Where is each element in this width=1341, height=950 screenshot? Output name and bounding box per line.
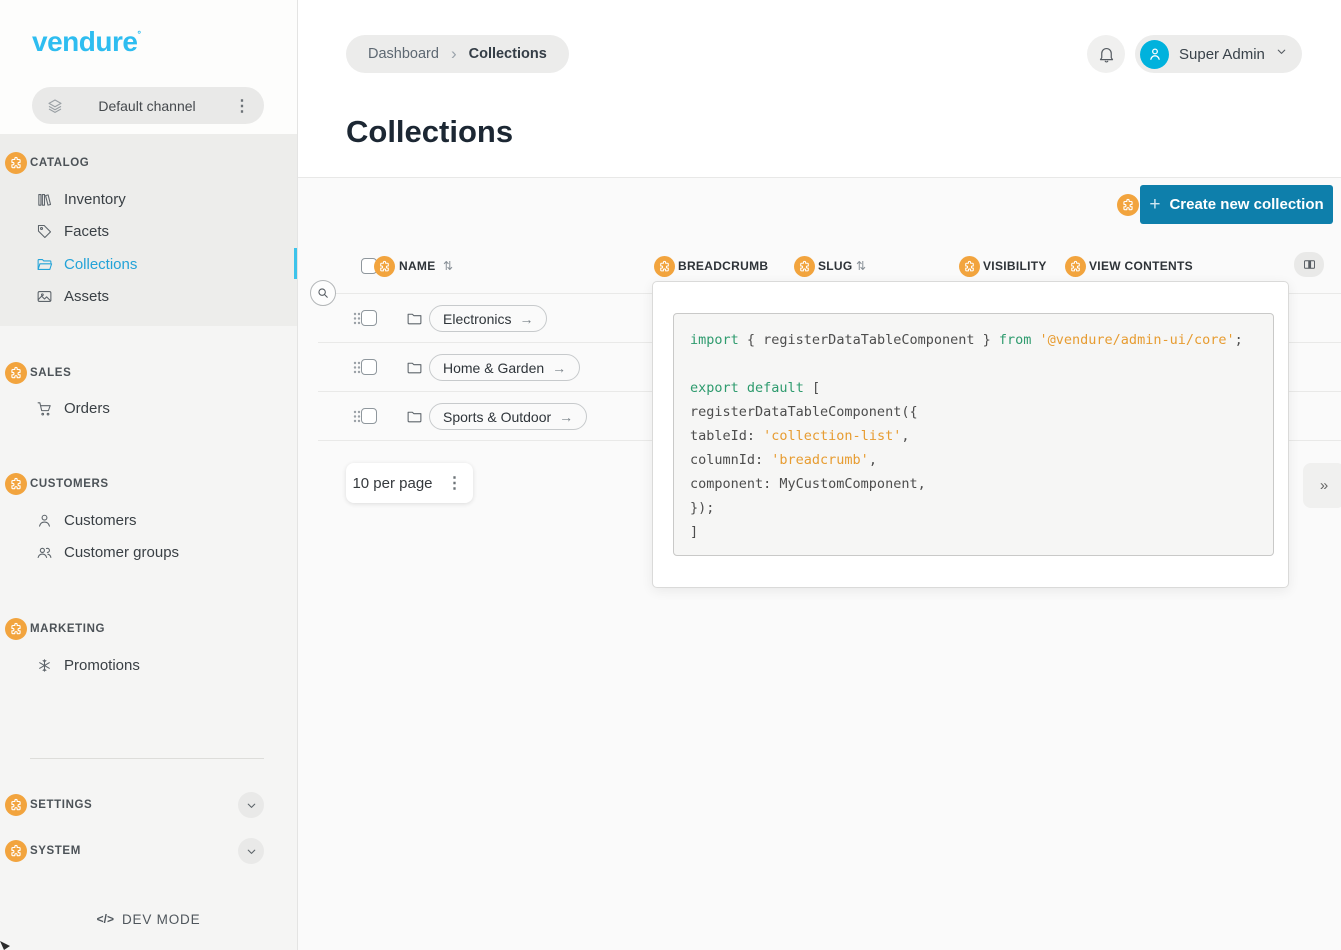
folder-icon [406,408,423,425]
layers-icon [46,97,64,115]
section-header-marketing: MARKETING [0,614,297,644]
user-name: Super Admin [1179,46,1265,63]
settings-expand-button[interactable] [238,792,264,818]
page-title: Collections [346,114,513,150]
vendure-logo: vendure˚ [32,26,141,58]
extension-point-badge-icon[interactable] [959,256,980,277]
sidebar: vendure˚ Default channel ⋮ CATALOG Inven… [0,0,298,950]
channel-kebab-icon[interactable]: ⋮ [230,96,254,116]
columns-icon [1302,257,1317,272]
column-header-breadcrumb[interactable]: BREADCRUMB [678,259,768,273]
folder-open-icon [36,256,53,273]
plus-icon: + [1149,194,1160,216]
column-header-view-contents[interactable]: VIEW CONTENTS [1089,259,1193,273]
sidebar-item-orders[interactable]: Orders [0,393,297,423]
mouse-cursor [0,941,10,950]
cart-icon [36,400,53,417]
tag-icon [36,223,53,240]
items-per-page-selector[interactable]: 10 per page ⋮ [346,463,473,503]
chevron-down-icon [245,799,258,812]
search-icon [316,286,330,300]
sort-icon[interactable]: ⇅ [856,259,866,273]
extension-point-badge-icon[interactable] [794,256,815,277]
sidebar-item-facets[interactable]: Facets [0,216,297,246]
column-header-name[interactable]: NAME [399,259,436,273]
inventory-icon [36,191,53,208]
arrow-right-icon: → [519,311,533,327]
system-expand-button[interactable] [238,838,264,864]
drag-handle-icon[interactable] [353,312,361,325]
logo-mark: ˚ [137,30,141,44]
drag-handle-icon[interactable] [353,410,361,423]
create-new-collection-button[interactable]: + Create new collection [1140,185,1333,224]
column-header-visibility[interactable]: VISIBILITY [983,259,1047,273]
image-icon [36,288,53,305]
channel-label: Default channel [64,98,230,114]
search-expand-button[interactable] [310,280,336,306]
extension-point-badge-icon[interactable] [1065,256,1086,277]
sort-icon[interactable]: ⇅ [443,259,453,273]
collection-link[interactable]: Sports & Outdoor → [429,403,587,430]
column-settings-button[interactable] [1294,252,1324,277]
folder-icon [406,310,423,327]
double-chevron-right-icon: » [1320,477,1328,494]
code-snippet: import { registerDataTableComponent } fr… [673,313,1274,556]
extension-point-badge-icon[interactable] [5,618,27,640]
extension-point-badge-icon[interactable] [5,473,27,495]
extension-point-badge-icon[interactable] [5,794,27,816]
dev-mode-toggle[interactable]: </> DEV MODE [0,904,297,934]
dev-mode-popover: import { registerDataTableComponent } fr… [652,281,1289,588]
collection-link[interactable]: Electronics → [429,305,547,332]
sidebar-item-inventory[interactable]: Inventory [0,184,297,214]
chevron-down-icon [245,845,258,858]
extension-point-badge-icon[interactable] [5,362,27,384]
per-page-kebab-icon[interactable]: ⋮ [443,473,467,493]
breadcrumb-dashboard[interactable]: Dashboard [368,46,439,62]
sidebar-top: vendure˚ Default channel ⋮ [0,0,297,134]
user-menu[interactable]: Super Admin [1135,35,1302,73]
extension-point-badge-icon[interactable] [5,840,27,862]
column-header-slug[interactable]: SLUG [818,259,853,273]
row-checkbox[interactable] [361,408,377,424]
breadcrumb-collections[interactable]: Collections [469,46,547,62]
extension-point-badge-icon[interactable] [374,256,395,277]
user-icon [36,512,53,529]
notifications-button[interactable] [1087,35,1125,73]
promotions-icon [36,657,53,674]
sidebar-item-customer-groups[interactable]: Customer groups [0,537,297,567]
arrow-right-icon: → [559,409,573,425]
folder-icon [406,359,423,376]
drag-handle-icon[interactable] [353,361,361,374]
avatar [1140,40,1169,69]
extension-point-badge-icon[interactable] [654,256,675,277]
bell-icon [1097,45,1116,64]
section-header-customers: CUSTOMERS [0,469,297,499]
main-content: Dashboard › Collections Super Admin Coll… [298,0,1341,950]
row-checkbox[interactable] [361,359,377,375]
row-checkbox[interactable] [361,310,377,326]
users-icon [36,544,53,561]
breadcrumb: Dashboard › Collections [346,35,569,73]
section-header-sales: SALES [0,358,297,388]
code-icon: </> [97,912,114,926]
chevron-down-icon [1275,45,1288,63]
extension-point-badge-icon[interactable] [1117,194,1139,216]
sidebar-item-assets[interactable]: Assets [0,281,297,311]
collection-link[interactable]: Home & Garden → [429,354,580,381]
channel-selector[interactable]: Default channel ⋮ [32,87,264,124]
sidebar-item-customers[interactable]: Customers [0,505,297,535]
breadcrumb-separator-icon: › [451,44,457,64]
section-header-catalog: CATALOG [0,148,297,178]
extension-point-badge-icon[interactable] [5,152,27,174]
next-page-button[interactable]: » [1303,463,1341,508]
page-header [298,0,1341,178]
sidebar-item-collections[interactable]: Collections [0,249,297,279]
sidebar-divider [30,758,264,759]
arrow-right-icon: → [552,360,566,376]
sidebar-item-promotions[interactable]: Promotions [0,650,297,680]
